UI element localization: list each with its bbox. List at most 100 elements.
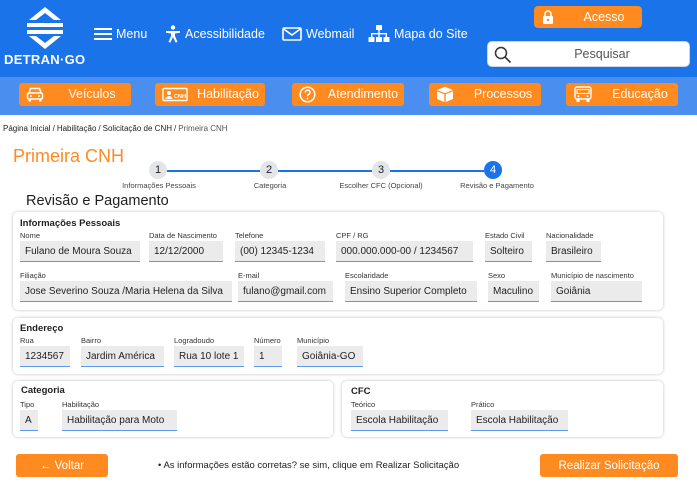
accessibility-icon bbox=[166, 25, 180, 43]
municipio-nasc-label: Município de nascimento bbox=[551, 271, 634, 280]
logo-text: DETRAN·GO bbox=[4, 52, 86, 67]
sitemap-label: Mapa do Site bbox=[394, 27, 468, 41]
sitemap-icon bbox=[368, 25, 390, 42]
rua-label: Rua bbox=[20, 336, 34, 345]
detran-logo[interactable]: DETRAN·GO bbox=[4, 6, 88, 67]
numero-label: Número bbox=[254, 336, 281, 345]
accessibility-link[interactable]: Acessibilidade bbox=[165, 24, 265, 44]
sitemap-link[interactable]: Mapa do Site bbox=[368, 24, 468, 44]
logradouro-field[interactable]: Rua 10 lote 1 bbox=[174, 346, 244, 367]
nav-processos[interactable]: Processos bbox=[429, 83, 541, 106]
accessibility-label: Acessibilidade bbox=[185, 27, 265, 41]
teorico-field[interactable]: Escola Habilitação bbox=[351, 410, 448, 431]
school-bus-icon bbox=[574, 86, 592, 102]
tipo-field[interactable]: A bbox=[20, 410, 38, 431]
telefone-label: Telefone bbox=[235, 231, 264, 240]
nav-atendimento[interactable]: Atendimento bbox=[292, 83, 404, 106]
bairro-label: Bairro bbox=[81, 336, 102, 345]
submit-request-button[interactable]: Realizar Solicitação bbox=[540, 454, 678, 477]
habilitacao-label: Habilitação bbox=[62, 400, 100, 409]
filiacao-label: Filiação bbox=[20, 271, 46, 280]
nome-label: Nome bbox=[20, 231, 41, 240]
search-input[interactable] bbox=[520, 45, 684, 63]
cfc-card: CFC Teórico Escola Habilitação Prático E… bbox=[342, 381, 663, 437]
cfc-title: CFC bbox=[351, 386, 371, 397]
step-4-label: Revisão e Pagamento bbox=[460, 181, 534, 190]
nav-habilitacao-label: Habilitação bbox=[197, 87, 259, 101]
nav-educacao[interactable]: Educação bbox=[566, 83, 678, 106]
nav-processos-label: Processos bbox=[473, 87, 533, 101]
menu-link[interactable]: Menu bbox=[94, 24, 147, 44]
email-field[interactable]: fulano@gmail.com bbox=[238, 281, 333, 302]
step-connector bbox=[390, 170, 484, 172]
step-2-label: Categoria bbox=[253, 181, 287, 190]
nascimento-field[interactable]: 12/12/2000 bbox=[149, 241, 223, 262]
confirmation-note: • As informações estão corretas? se sim,… bbox=[158, 460, 460, 471]
nav-veiculos[interactable]: Veículos bbox=[19, 83, 131, 106]
numero-field[interactable]: 1 bbox=[254, 346, 282, 367]
telefone-field[interactable]: (00) 12345-1234 bbox=[235, 241, 325, 262]
escolaridade-label: Escolaridade bbox=[345, 271, 389, 280]
step-3-circle: 3 bbox=[372, 161, 390, 179]
step-connector bbox=[278, 170, 372, 172]
escolaridade-field[interactable]: Ensino Superior Completo bbox=[345, 281, 477, 302]
teorico-label: Teórico bbox=[351, 400, 376, 409]
municipio-label: Município bbox=[297, 336, 330, 345]
step-3-label: Escolher CFC (Opcional) bbox=[339, 181, 423, 190]
cpf-field[interactable]: 000.000.000-00 / 1234567 bbox=[336, 241, 473, 262]
nome-field[interactable]: Fulano de Moura Souza bbox=[20, 241, 140, 262]
sexo-label: Sexo bbox=[488, 271, 506, 280]
address-card: Endereço Rua 1234567 Bairro Jardim Améri… bbox=[13, 318, 663, 374]
nav-educacao-label: Educação bbox=[612, 87, 668, 101]
tipo-label: Tipo bbox=[20, 400, 35, 409]
breadcrumb-link-habilitacao[interactable]: Habilitação bbox=[57, 124, 97, 133]
address-title: Endereço bbox=[20, 323, 64, 334]
estado-civil-label: Estado Civil bbox=[485, 231, 525, 240]
box-icon bbox=[437, 86, 453, 102]
email-label: E-mail bbox=[238, 271, 260, 280]
back-button[interactable]: ← Voltar bbox=[16, 454, 108, 477]
estado-civil-field[interactable]: Solteiro bbox=[485, 241, 532, 262]
site-header: DETRAN·GO Menu Acessibilidade Webmail Ma… bbox=[0, 0, 697, 77]
personal-info-title: Informações Pessoais bbox=[20, 218, 121, 229]
step-2-circle: 2 bbox=[260, 161, 278, 179]
breadcrumb-current: Primeira CNH bbox=[178, 124, 228, 133]
search-box bbox=[487, 41, 690, 67]
step-4-circle: 4 bbox=[484, 161, 502, 179]
category-card: Categoria Tipo A Habilitação Habilitação… bbox=[13, 381, 333, 437]
sexo-field[interactable]: Maculino bbox=[488, 281, 539, 302]
habilitacao-field[interactable]: Habilitação para Moto bbox=[62, 410, 177, 431]
step-connector bbox=[167, 170, 260, 172]
nav-habilitacao[interactable]: CNH Habilitação bbox=[155, 83, 265, 106]
main-navigation: Veículos CNH Habilitação Atendimento Pro… bbox=[0, 77, 697, 115]
webmail-link[interactable]: Webmail bbox=[282, 24, 354, 44]
municipio-field[interactable]: Goiânia-GO bbox=[297, 346, 363, 367]
search-icon[interactable] bbox=[494, 46, 512, 64]
nav-atendimento-label: Atendimento bbox=[327, 87, 399, 101]
login-button[interactable]: Acesso bbox=[534, 6, 642, 28]
rua-field[interactable]: 1234567 bbox=[20, 346, 70, 367]
nacionalidade-field[interactable]: Brasileiro bbox=[546, 241, 601, 262]
car-icon bbox=[26, 87, 44, 102]
section-title: Revisão e Pagamento bbox=[26, 193, 169, 209]
breadcrumb-link-solicitacao[interactable]: Solicitação de CNH bbox=[103, 124, 172, 133]
lock-icon bbox=[543, 10, 553, 24]
bairro-field[interactable]: Jardim América bbox=[81, 346, 164, 367]
step-1-label: Informações Pessoais bbox=[122, 181, 196, 190]
pratico-field[interactable]: Escola Habilitação bbox=[471, 410, 568, 431]
municipio-nasc-field[interactable]: Goiânia bbox=[551, 281, 642, 302]
mail-icon bbox=[282, 27, 302, 41]
breadcrumb-link-home[interactable]: Página Inicial bbox=[3, 124, 51, 133]
nascimento-label: Data de Nascimento bbox=[149, 231, 217, 240]
breadcrumb: Página Inicial / Habilitação / Solicitação d… bbox=[3, 124, 228, 133]
pratico-label: Prático bbox=[471, 400, 495, 409]
category-title: Categoria bbox=[21, 385, 65, 396]
logradouro-label: Logradoudo bbox=[174, 336, 215, 345]
nacionalidade-label: Nacionalidade bbox=[546, 231, 594, 240]
nav-veiculos-label: Veículos bbox=[68, 87, 116, 101]
license-card-icon: CNH bbox=[162, 87, 188, 102]
webmail-label: Webmail bbox=[306, 27, 355, 41]
personal-info-card: Informações Pessoais Nome Fulano de Mour… bbox=[13, 212, 663, 310]
menu-label: Menu bbox=[116, 27, 148, 41]
filiacao-field[interactable]: Jose Severino Souza /Maria Helena da Sil… bbox=[20, 281, 232, 302]
